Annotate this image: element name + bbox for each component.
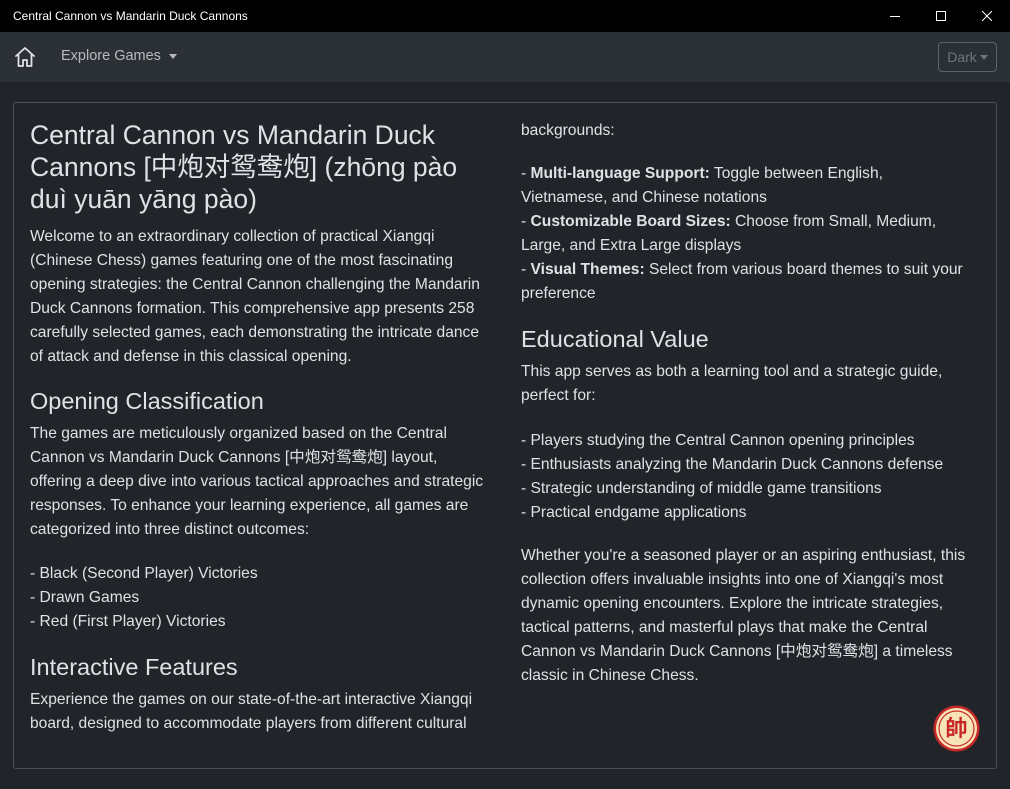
minimize-button[interactable] xyxy=(872,0,918,32)
explore-games-dropdown[interactable]: Explore Games xyxy=(61,48,177,64)
intro-paragraph: Welcome to an extraordinary collection o… xyxy=(30,228,480,365)
educational-value-heading: Educational Value xyxy=(521,326,709,352)
maximize-icon xyxy=(936,11,946,21)
page-title: Central Cannon vs Mandarin Duck Cannons … xyxy=(30,120,458,214)
feature-item: - Multi-language Support: Toggle between… xyxy=(521,165,883,182)
outcome-item: - Red (First Player) Victories xyxy=(30,613,226,630)
opening-classification-heading: Opening Classification xyxy=(30,388,264,414)
close-icon xyxy=(982,11,992,21)
theme-dropdown-button[interactable]: Dark xyxy=(938,42,997,72)
feature-item-cont: Large, and Extra Large displays xyxy=(521,237,742,254)
features-paragraph-continued: backgrounds: xyxy=(521,122,615,139)
feature-text: Choose from Small, Medium, xyxy=(730,213,937,230)
feature-text: Select from various board themes to suit… xyxy=(644,261,963,278)
edu-item: - Enthusiasts analyzing the Mandarin Duc… xyxy=(521,456,944,473)
xiangqi-general-icon[interactable]: 帥 xyxy=(933,705,980,752)
navbar: Explore Games Dark xyxy=(0,32,1010,82)
feature-item-cont: Vietnamese, and Chinese notations xyxy=(521,189,767,206)
app-window: Central Cannon vs Mandarin Duck Cannons … xyxy=(0,0,1010,789)
edu-intro-paragraph: This app serves as both a learning tool … xyxy=(521,363,943,404)
feature-title: Multi-language Support: xyxy=(530,165,710,182)
explore-games-label: Explore Games xyxy=(61,48,161,64)
outcome-item: - Drawn Games xyxy=(30,589,140,606)
badge-glyph: 帥 xyxy=(945,716,967,742)
features-paragraph: Experience the games on our state-of-the… xyxy=(30,691,473,732)
home-button[interactable] xyxy=(12,44,38,70)
feature-title: Customizable Board Sizes: xyxy=(530,213,731,230)
feature-item: - Customizable Board Sizes: Choose from … xyxy=(521,213,937,230)
classification-paragraph: The games are meticulously organized bas… xyxy=(30,425,484,538)
closing-paragraph: Whether you're a seasoned player or an a… xyxy=(521,547,966,684)
close-button[interactable] xyxy=(964,0,1010,32)
edu-item: - Strategic understanding of middle game… xyxy=(521,480,882,497)
home-icon xyxy=(15,47,35,67)
maximize-button[interactable] xyxy=(918,0,964,32)
feature-title: Visual Themes: xyxy=(530,261,645,278)
minimize-icon xyxy=(890,16,900,17)
title-bar: Central Cannon vs Mandarin Duck Cannons xyxy=(0,0,1010,32)
feature-item-cont: preference xyxy=(521,285,596,302)
theme-label: Dark xyxy=(947,49,977,65)
feature-text: Toggle between English, xyxy=(709,165,883,182)
edu-item: - Players studying the Central Cannon op… xyxy=(521,432,915,449)
feature-item: - Visual Themes: Select from various boa… xyxy=(521,261,963,278)
edu-item: - Practical endgame applications xyxy=(521,504,747,521)
window-title: Central Cannon vs Mandarin Duck Cannons xyxy=(13,9,248,23)
interactive-features-heading: Interactive Features xyxy=(30,654,238,680)
chevron-down-icon xyxy=(168,53,177,59)
content-card: Central Cannon vs Mandarin Duck Cannons … xyxy=(13,102,997,769)
outcome-item: - Black (Second Player) Victories xyxy=(30,565,258,582)
chevron-down-icon xyxy=(979,54,988,60)
